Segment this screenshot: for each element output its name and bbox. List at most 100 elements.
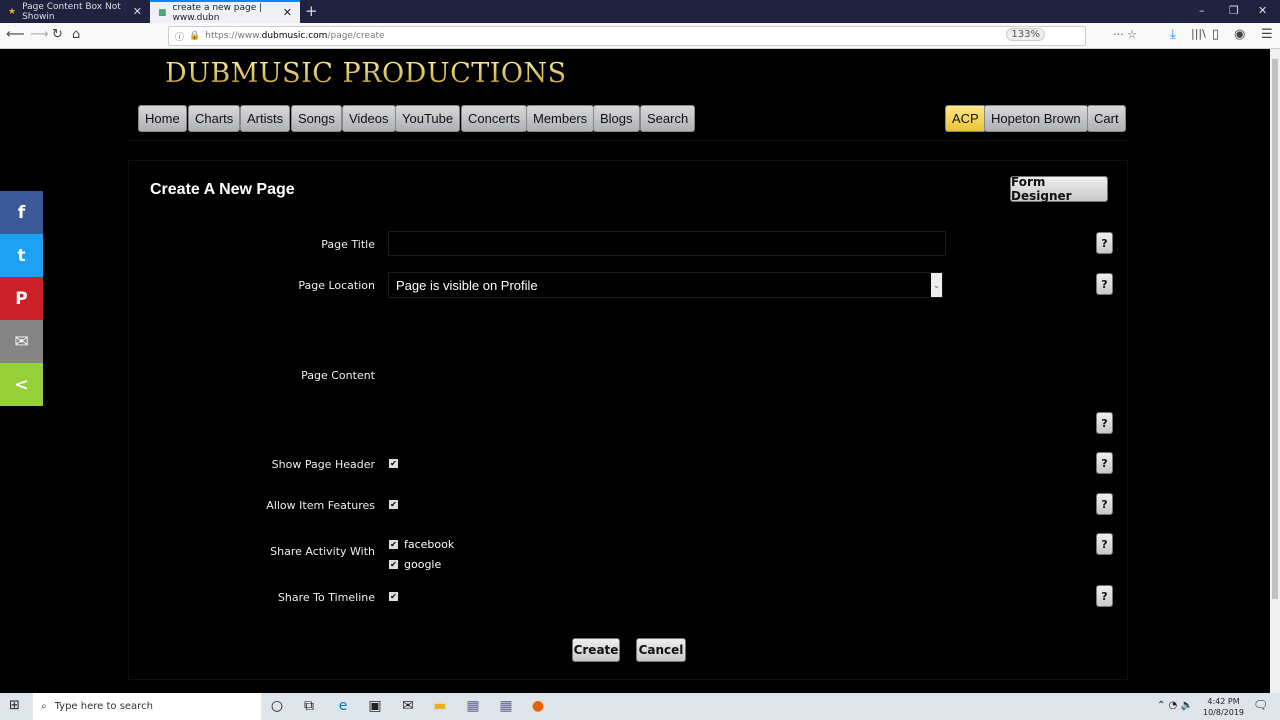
menu-icon[interactable]: ☰ — [1261, 27, 1273, 42]
help-button[interactable]: ? — [1096, 493, 1113, 515]
sidebar-icon[interactable]: ▯ — [1212, 27, 1219, 42]
zoom-level[interactable]: 133% — [1006, 28, 1045, 41]
help-button[interactable]: ? — [1096, 585, 1113, 607]
help-button[interactable]: ? — [1096, 232, 1113, 254]
browser-toolbar: ⟵ ⟶ ↻ ⌂ ⓘ 🔒 https://www.dubmusic.com/pag… — [0, 23, 1280, 49]
page-location-select[interactable]: Page is visible on Profile ⌄ — [388, 272, 943, 298]
clock-date: 10/8/2019 — [1203, 708, 1245, 717]
tab-label: Page Content Box Not Showin — [22, 1, 121, 22]
share-facebook-checkbox[interactable]: ✔ — [389, 540, 398, 549]
show-page-header-checkbox[interactable]: ✔ — [389, 459, 398, 468]
search-icon: ⌕ — [41, 701, 47, 712]
store-icon[interactable]: ▣ — [365, 698, 385, 714]
minimize-button[interactable]: – — [1199, 4, 1205, 17]
clock-time: 4:42 PM — [1207, 697, 1240, 706]
divider — [128, 140, 1128, 141]
account-icon[interactable]: ◉ — [1234, 27, 1245, 42]
cortana-icon[interactable]: ○ — [267, 698, 287, 714]
page-title: Create A New Page — [150, 181, 295, 198]
cancel-button[interactable]: Cancel — [636, 638, 686, 662]
windows-start-icon[interactable]: ⊞ — [9, 698, 20, 713]
notifications-icon[interactable]: 🗨 — [1253, 698, 1268, 712]
help-button[interactable]: ? — [1096, 533, 1113, 555]
nav-charts[interactable]: Charts — [188, 105, 241, 132]
form-designer-button[interactable]: Form Designer — [1010, 175, 1108, 203]
app-icon[interactable]: ▦ — [496, 698, 516, 714]
close-tab-icon[interactable]: ✕ — [133, 5, 142, 18]
nav-members[interactable]: Members — [526, 105, 595, 132]
info-icon[interactable]: ⓘ — [175, 30, 184, 43]
create-button[interactable]: Create — [572, 638, 620, 662]
page-location-value: Page is visible on Profile — [396, 277, 538, 293]
downloads-icon[interactable]: ⤓ — [1170, 27, 1176, 42]
nav-youtube[interactable]: YouTube — [395, 105, 461, 132]
new-tab-button[interactable]: + — [305, 2, 318, 20]
url-bar[interactable]: ⓘ 🔒 https://www.dubmusic.com/page/create… — [168, 26, 1137, 46]
pinterest-icon: P — [15, 288, 28, 309]
share-icon: < — [14, 374, 29, 395]
tab-label: create a new page | www.dubn — [172, 2, 263, 23]
twitter-icon: t — [17, 245, 26, 266]
page-actions-icon[interactable]: ··· ☆ — [1113, 28, 1137, 41]
file-explorer-icon[interactable]: ▬ — [430, 698, 450, 714]
help-button[interactable]: ? — [1096, 273, 1113, 295]
nav-home[interactable]: Home — [138, 105, 187, 132]
nav-concerts[interactable]: Concerts — [461, 105, 528, 132]
mail-icon[interactable]: ✉ — [398, 698, 418, 714]
pinterest-share-button[interactable]: P — [0, 277, 43, 320]
restore-button[interactable]: ❐ — [1229, 4, 1239, 17]
close-tab-icon[interactable]: ✕ — [283, 6, 292, 19]
show-page-header-label: Show Page Header — [271, 458, 375, 471]
back-icon[interactable]: ⟵ — [6, 27, 25, 42]
chevron-down-icon[interactable]: ⌄ — [931, 273, 942, 297]
facebook-share-button[interactable]: f — [0, 191, 43, 234]
share-facebook-label: facebook — [404, 538, 455, 551]
nav-cart[interactable]: Cart — [1087, 105, 1126, 132]
nav-videos[interactable]: Videos — [342, 105, 396, 132]
forward-icon[interactable]: ⟶ — [30, 27, 49, 42]
allow-item-features-checkbox[interactable]: ✔ — [389, 500, 398, 509]
twitter-share-button[interactable]: t — [0, 234, 43, 277]
reload-icon[interactable]: ↻ — [52, 27, 63, 42]
page-location-label: Page Location — [298, 279, 375, 292]
email-share-button[interactable]: ✉ — [0, 320, 43, 363]
nav-user-profile[interactable]: Hopeton Brown — [984, 105, 1088, 132]
library-icon[interactable]: |||\ — [1191, 27, 1206, 40]
lock-icon: 🔒 — [189, 31, 201, 41]
favicon-icon: ★ — [8, 6, 17, 17]
windows-taskbar: ⊞ ⌕ Type here to search ○ ⧉ e ▣ ✉ ▬ ▦ ▦ … — [0, 693, 1280, 720]
help-button[interactable]: ? — [1096, 412, 1113, 434]
taskbar-search[interactable]: ⌕ Type here to search — [33, 693, 261, 720]
help-button[interactable]: ? — [1096, 452, 1113, 474]
site-logo[interactable]: DUBMUSIC PRODUCTIONS — [165, 58, 567, 89]
close-window-button[interactable]: ✕ — [1258, 4, 1267, 17]
nav-blogs[interactable]: Blogs — [593, 105, 640, 132]
nav-acp[interactable]: ACP — [945, 105, 986, 132]
favicon-icon: ■ — [158, 7, 167, 18]
task-view-icon[interactable]: ⧉ — [299, 698, 319, 714]
edge-icon[interactable]: e — [333, 698, 353, 714]
share-google-checkbox[interactable]: ✔ — [389, 560, 398, 569]
allow-item-features-label: Allow Item Features — [266, 499, 375, 512]
share-button[interactable]: < — [0, 363, 43, 406]
home-icon[interactable]: ⌂ — [72, 27, 80, 42]
nav-artists[interactable]: Artists — [240, 105, 291, 132]
nav-songs[interactable]: Songs — [291, 105, 342, 132]
firefox-icon[interactable]: ● — [528, 698, 548, 714]
social-share-bar: f t P ✉ < — [0, 191, 43, 406]
facebook-icon: f — [17, 202, 26, 223]
email-icon: ✉ — [14, 331, 29, 352]
share-timeline-label: Share To Timeline — [277, 591, 375, 604]
share-activity-label: Share Activity With — [270, 545, 375, 558]
page-scrollbar[interactable] — [1270, 49, 1280, 693]
url-prefix: https://www. — [205, 31, 262, 41]
tab-create-page[interactable]: ■ create a new page | www.dubn ✕ — [150, 0, 300, 23]
page-title-input[interactable] — [388, 231, 946, 256]
share-timeline-checkbox[interactable]: ✔ — [389, 592, 398, 601]
system-tray-icons[interactable]: ⌃ ◔ 🔈 — [1157, 700, 1193, 711]
app-icon[interactable]: ▦ — [463, 698, 483, 714]
tab-page-content-box[interactable]: ★ Page Content Box Not Showin ✕ — [0, 0, 150, 23]
page-title-label: Page Title — [321, 238, 375, 251]
clock[interactable]: 4:42 PM 10/8/2019 — [1203, 696, 1244, 718]
nav-search[interactable]: Search — [640, 105, 696, 132]
